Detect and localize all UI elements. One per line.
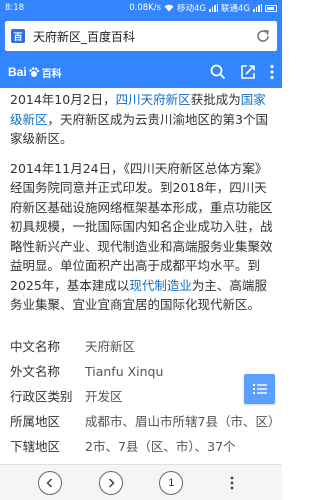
paragraph-text: 2014年11月24日，《四川天府新区总体方案》经国务院同意并正式印发。到201… xyxy=(10,160,273,293)
info-key: 行政区类别 xyxy=(10,388,73,404)
info-box: 中文名称 天府新区 外文名称 Tianfu Xinqu 行政区类别 开发区 所属… xyxy=(10,337,278,456)
info-value: 天府新区 xyxy=(85,338,136,354)
tab-count: 1 xyxy=(168,476,175,489)
more-icon xyxy=(230,476,234,489)
tabs-button[interactable]: 1 xyxy=(159,470,184,495)
info-key: 外文名称 xyxy=(10,363,61,379)
info-row: 下辖地区 2市、7县（区、市）、37个 xyxy=(10,437,278,456)
list-icon xyxy=(252,384,267,394)
forward-button[interactable] xyxy=(98,470,123,495)
paragraph-text: ，天府新区成为云贵川渝地区的第3个国家级新区。 xyxy=(10,111,268,147)
info-row: 中文名称 天府新区 xyxy=(10,337,278,356)
wifi-icon xyxy=(164,4,174,12)
browser-toolbar: 百 天府新区_百度百科 xyxy=(0,16,282,56)
baike-logo[interactable]: Bai 百科 xyxy=(8,65,62,80)
link-modern-manufacturing[interactable]: 现代制造业 xyxy=(129,278,192,293)
logo-text-right: 百科 xyxy=(41,68,62,80)
info-key: 下辖地区 xyxy=(10,438,61,454)
article-content: 2014年10月2日，四川天府新区获批成为国家级新区，天府新区成为云贵川渝地区的… xyxy=(10,88,278,464)
status-right: 0.08K/s 移动4G 联通4G xyxy=(129,2,277,14)
site-favicon: 百 xyxy=(11,29,25,43)
signal-icon xyxy=(253,4,262,12)
info-row: 所属地区 成都市、眉山市所辖7县（市、区） xyxy=(10,412,278,431)
menu-button[interactable] xyxy=(220,471,244,495)
search-icon[interactable] xyxy=(210,64,226,80)
paragraph-text: 获批成为 xyxy=(190,92,241,107)
link-sichuan-tianfu[interactable]: 四川天府新区 xyxy=(116,92,191,107)
info-value: 2市、7县（区、市）、37个 xyxy=(85,438,236,454)
catalog-button[interactable] xyxy=(244,374,275,404)
info-row: 外文名称 Tianfu Xinqu xyxy=(10,362,278,381)
info-value: 成都市、眉山市所辖7县（市、区） xyxy=(85,413,278,429)
reload-icon[interactable] xyxy=(255,28,271,44)
forward-icon xyxy=(108,477,115,488)
logo-text-left: Bai xyxy=(8,65,27,79)
carrier2-label: 联通4G xyxy=(221,4,250,14)
paw-icon xyxy=(28,67,39,77)
paragraph-text: 2014年10月2日， xyxy=(10,92,116,107)
carrier1-label: 移动4G xyxy=(177,4,206,14)
status-time: 8:18 xyxy=(5,3,25,13)
header-actions xyxy=(210,64,274,80)
article-paragraph: 2014年10月2日，四川天府新区获批成为国家级新区，天府新区成为云贵川渝地区的… xyxy=(10,90,278,149)
browser-bottom-bar: 1 xyxy=(0,464,282,500)
baike-header: Bai 百科 xyxy=(0,56,282,88)
page-title[interactable]: 天府新区_百度百科 xyxy=(33,28,255,45)
info-key: 所属地区 xyxy=(10,413,61,429)
status-bar: 8:18 0.08K/s 移动4G 联通4G xyxy=(0,0,282,16)
more-icon[interactable] xyxy=(270,64,274,80)
battery-icon xyxy=(265,4,277,12)
info-key: 中文名称 xyxy=(10,338,61,354)
info-row: 行政区类别 开发区 xyxy=(10,387,278,406)
back-button[interactable] xyxy=(38,470,63,495)
signal-icon xyxy=(209,4,218,12)
back-icon xyxy=(46,477,53,488)
address-bar[interactable]: 百 天府新区_百度百科 xyxy=(5,21,277,51)
article-paragraph: 2014年11月24日，《四川天府新区总体方案》经国务院同意并正式印发。到201… xyxy=(10,159,278,315)
share-icon[interactable] xyxy=(240,64,256,80)
network-speed: 0.08K/s xyxy=(129,3,161,13)
